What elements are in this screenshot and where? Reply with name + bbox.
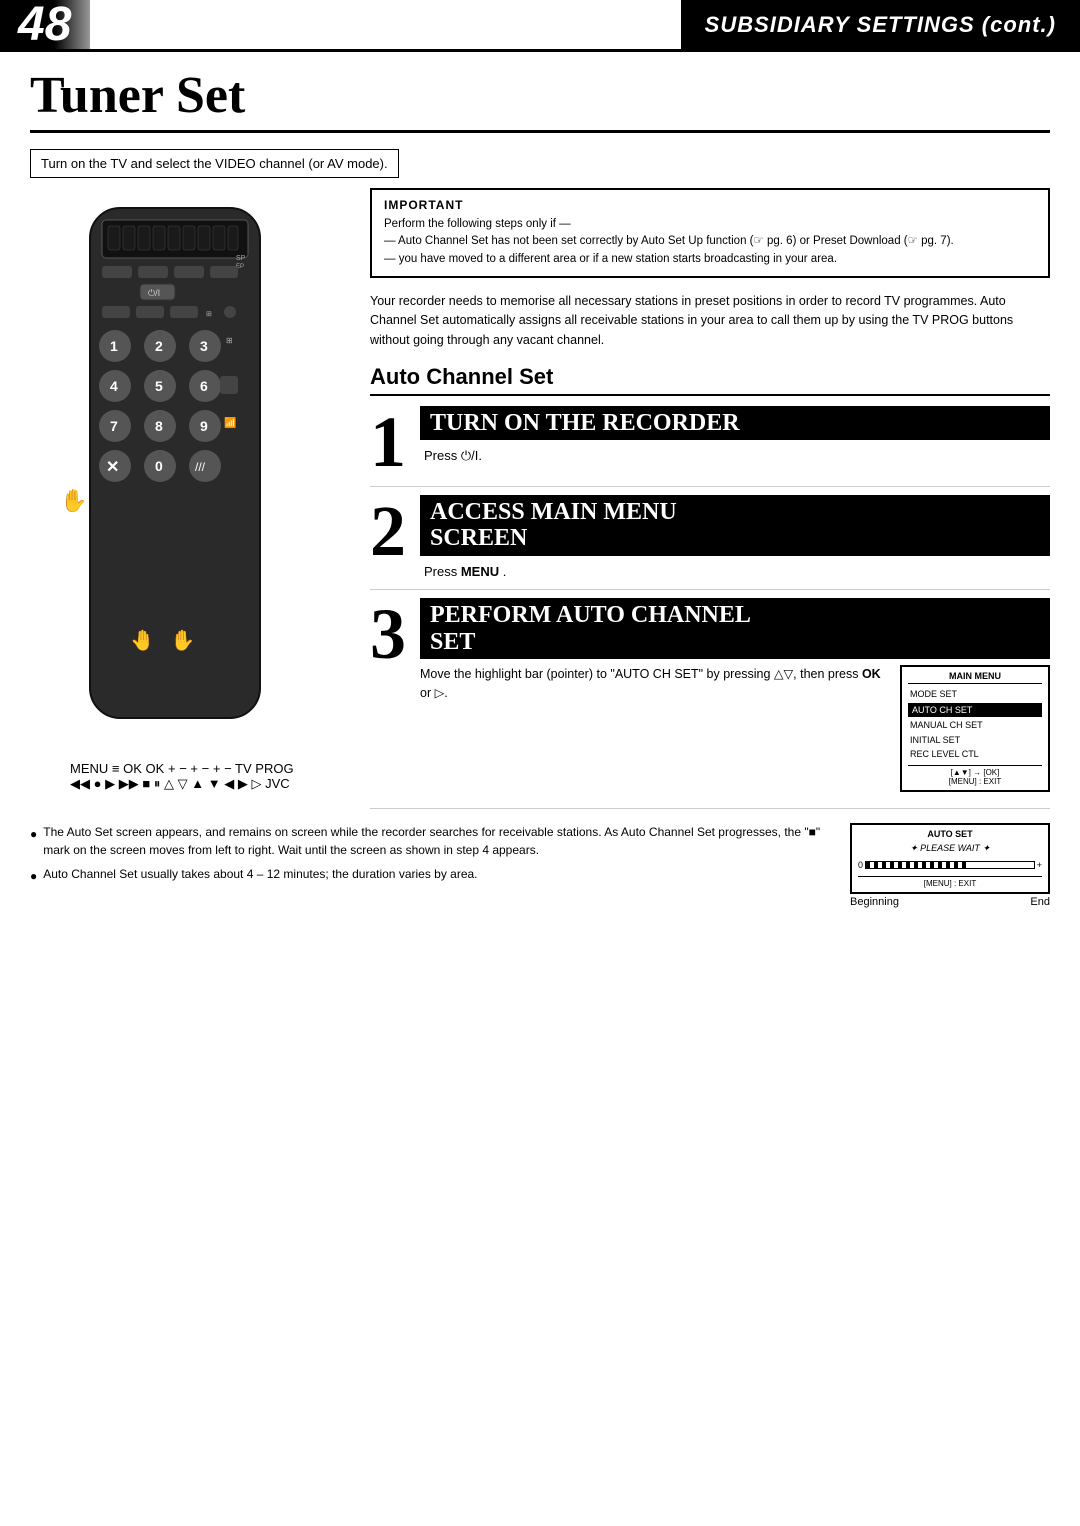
beginning-label: Beginning: [850, 896, 899, 908]
remote-illustration: SP EP ⏻/I ⊞: [30, 198, 350, 792]
bottom-right: AUTO SET ✦ PLEASE WAIT ✦ 0 + [MENU] : EX…: [850, 823, 1050, 908]
step-3-text: Move the highlight bar (pointer) to "AUT…: [420, 665, 888, 800]
main-content: SP EP ⏻/I ⊞: [0, 188, 1080, 817]
page-number: 48: [0, 0, 90, 49]
left-column: SP EP ⏻/I ⊞: [30, 188, 350, 817]
step-1-number: 1: [370, 406, 420, 478]
important-text: Perform the following steps only if — — …: [384, 216, 1036, 268]
svg-text:⊞: ⊞: [226, 336, 233, 345]
step-3-detail: Move the highlight bar (pointer) to "AUT…: [420, 665, 1050, 800]
step-3-title: PERFORM AUTO CHANNELSET: [430, 602, 1040, 655]
screen-footer: [▲▼] → [OK][MENU] : EXIT: [908, 765, 1042, 786]
step-1-title-bg: TURN ON THE RECORDER: [420, 406, 1050, 440]
page-title: Tuner Set: [30, 70, 1050, 133]
section-heading: Auto Channel Set: [370, 364, 1050, 396]
right-column: IMPORTANT Perform the following steps on…: [370, 188, 1050, 817]
bullet-1-text: The Auto Set screen appears, and remains…: [43, 823, 834, 859]
svg-text:⊞: ⊞: [206, 311, 212, 318]
step-2-instruction: Press MENU .: [420, 562, 1050, 582]
step-3-number-col: 3: [370, 598, 420, 800]
main-menu-screen: MAIN MENU MODE SET AUTO CH SET MANUAL CH…: [900, 665, 1050, 792]
svg-text:5: 5: [155, 378, 163, 394]
svg-text:2: 2: [155, 338, 163, 354]
end-label: End: [1030, 896, 1050, 908]
step-2-block: 2 ACCESS MAIN MENUSCREEN Press MENU .: [370, 495, 1050, 590]
page-title-area: Tuner Set Turn on the TV and select the …: [0, 52, 1080, 188]
autoset-screen: AUTO SET ✦ PLEASE WAIT ✦ 0 + [MENU] : EX…: [850, 823, 1050, 894]
menu-item-mode-set: MODE SET: [908, 687, 1042, 702]
step-3-content: PERFORM AUTO CHANNELSET Move the highlig…: [420, 598, 1050, 800]
menu-item-rec-level: REC LEVEL CTL: [908, 747, 1042, 762]
svg-text:✕: ✕: [106, 459, 119, 476]
autoset-footer: [MENU] : EXIT: [858, 876, 1042, 888]
autoset-progress: 0 +: [858, 860, 1042, 870]
page-header: 48 SUBSIDIARY SETTINGS (cont.): [0, 0, 1080, 52]
screen-title: MAIN MENU: [908, 671, 1042, 684]
bottom-left: ● The Auto Set screen appears, and remai…: [30, 823, 834, 908]
intro-instruction: Turn on the TV and select the VIDEO chan…: [30, 149, 399, 178]
step-1-number-col: 1: [370, 406, 420, 478]
bottom-section: ● The Auto Set screen appears, and remai…: [0, 823, 1080, 908]
step-3-block: 3 PERFORM AUTO CHANNELSET Move the highl…: [370, 598, 1050, 809]
step-2-content: ACCESS MAIN MENUSCREEN Press MENU .: [420, 495, 1050, 581]
progress-start-label: 0: [858, 860, 863, 870]
svg-text:SP: SP: [236, 255, 246, 262]
step-3-title-bg: PERFORM AUTO CHANNELSET: [420, 598, 1050, 659]
svg-text:8: 8: [155, 418, 163, 434]
bullet-2: ● Auto Channel Set usually takes about 4…: [30, 865, 834, 885]
step-2-title: ACCESS MAIN MENUSCREEN: [430, 499, 1040, 552]
step-2-title-bg: ACCESS MAIN MENUSCREEN: [420, 495, 1050, 556]
svg-text:📶: 📶: [224, 416, 236, 429]
menu-item-auto-ch-set: AUTO CH SET: [908, 703, 1042, 718]
svg-text:9: 9: [200, 418, 208, 434]
important-box: IMPORTANT Perform the following steps on…: [370, 188, 1050, 278]
svg-text:3: 3: [200, 338, 208, 354]
intro-paragraph: Your recorder needs to memorise all nece…: [370, 292, 1050, 350]
svg-text:7: 7: [110, 418, 118, 434]
bullet-dot-2: ●: [30, 867, 37, 885]
progress-bar: [865, 861, 1035, 869]
menu-item-initial-set: INITIAL SET: [908, 733, 1042, 748]
step-2-number: 2: [370, 495, 420, 567]
chapter-title: SUBSIDIARY SETTINGS (cont.): [681, 0, 1080, 49]
step-3-screen: MAIN MENU MODE SET AUTO CH SET MANUAL CH…: [900, 665, 1050, 800]
bullet-1: ● The Auto Set screen appears, and remai…: [30, 823, 834, 859]
menu-item-manual-ch-set: MANUAL CH SET: [908, 718, 1042, 733]
step-3-number: 3: [370, 598, 420, 670]
svg-text:///: ///: [195, 460, 206, 474]
autoset-title: AUTO SET: [858, 829, 1042, 839]
important-label: IMPORTANT: [384, 198, 1036, 212]
progress-legend: Beginning End: [850, 896, 1050, 908]
step-1-block: 1 TURN ON THE RECORDER Press ⏻/I.: [370, 406, 1050, 487]
remote-control-svg: SP EP ⏻/I ⊞: [70, 198, 280, 758]
bullet-dot-1: ●: [30, 825, 37, 859]
svg-text:⏻/I: ⏻/I: [148, 288, 160, 298]
svg-text:1: 1: [110, 338, 118, 354]
progress-end-label: +: [1037, 860, 1042, 870]
bullet-2-text: Auto Channel Set usually takes about 4 –…: [43, 865, 477, 885]
step-2-number-col: 2: [370, 495, 420, 581]
svg-text:6: 6: [200, 378, 208, 394]
svg-text:0: 0: [155, 458, 163, 474]
step-1-content: TURN ON THE RECORDER Press ⏻/I.: [420, 406, 1050, 478]
svg-text:4: 4: [110, 378, 118, 394]
autoset-please-wait: ✦ PLEASE WAIT ✦: [858, 843, 1042, 854]
step-1-title: TURN ON THE RECORDER: [430, 410, 1040, 436]
step-1-instruction: Press ⏻/I.: [420, 446, 1050, 466]
